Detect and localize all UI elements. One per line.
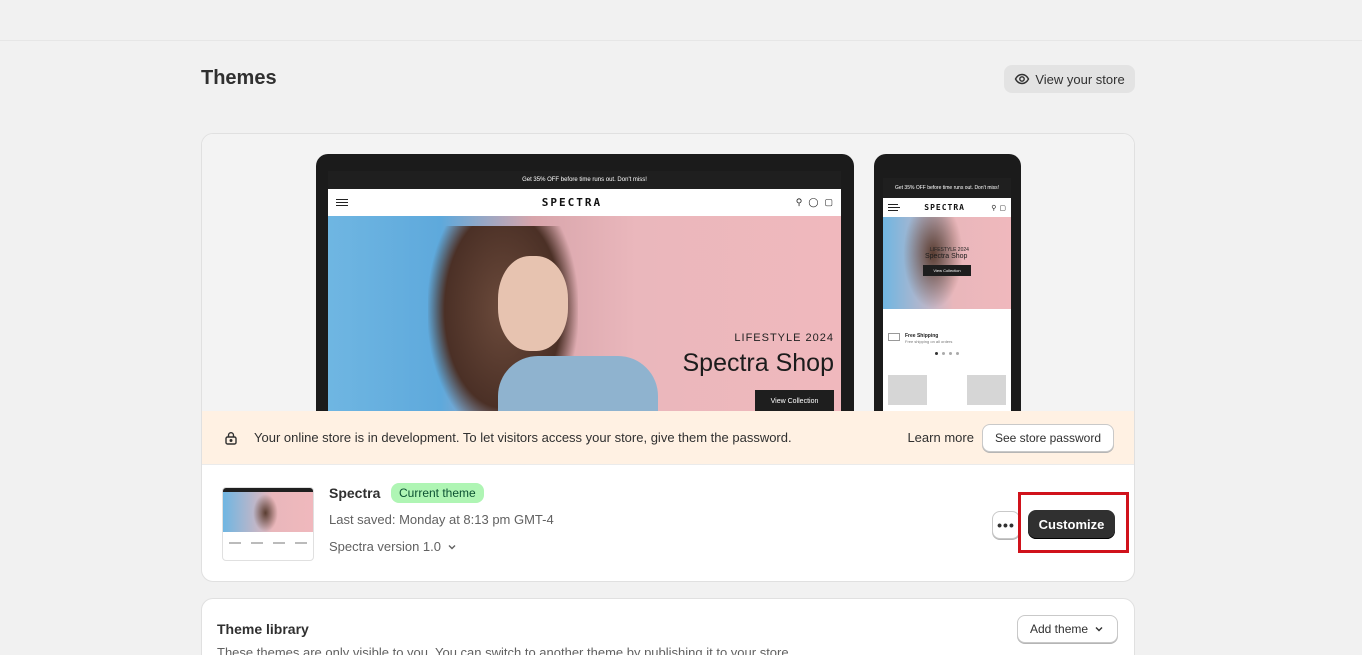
truck-icon [888,333,900,341]
top-divider [0,40,1362,41]
account-icon: ◯ [808,197,819,207]
shipping-feature: Free Shipping Free shipping on all order… [883,309,1011,344]
store-logo: SPECTRA [924,203,965,212]
cart-icon: ▢ [999,204,1006,212]
search-icon: ⚲ [795,197,803,207]
theme-library-title: Theme library [217,621,309,637]
banner-message: Your online store is in development. To … [254,430,792,445]
desktop-preview-frame: Get 35% OFF before time runs out. Don't … [316,154,854,411]
theme-library-card: Theme library These themes are only visi… [201,598,1135,655]
theme-version-dropdown[interactable]: Spectra version 1.0 [329,539,457,554]
search-icon: ⚲ [991,204,997,212]
page-title: Themes [201,67,277,89]
desktop-store-header: SPECTRA ⚲ ◯ ▢ [328,189,841,216]
hero-title: Spectra Shop [925,253,968,260]
add-theme-label: Add theme [1030,622,1089,636]
hero-subtitle: LIFESTYLE 2024 [734,332,834,344]
theme-thumbnail [222,487,314,561]
last-saved-text: Last saved: Monday at 8:13 pm GMT-4 [329,512,554,527]
desktop-preview-screen: Get 35% OFF before time runs out. Don't … [328,171,841,411]
hero-title: Spectra Shop [682,349,835,377]
more-actions-button[interactable]: ••• [992,511,1020,539]
hero-view-collection-button: View Collection [923,265,971,276]
shipping-subtitle: Free shipping on all orders [905,339,953,344]
theme-name: Spectra [329,485,381,501]
lock-icon [225,431,237,445]
desktop-announcement-bar: Get 35% OFF before time runs out. Don't … [328,171,841,189]
view-store-button[interactable]: View your store [1004,65,1135,93]
mobile-hero-image: LIFESTYLE 2024 Spectra Shop View Collect… [883,217,1011,309]
view-store-label: View your store [1035,71,1125,87]
mobile-announcement-bar: Get 35% OFF before time runs out. Don't … [883,178,1011,198]
learn-more-link[interactable]: Learn more [907,430,973,445]
current-theme-row: Spectra Current theme Last saved: Monday… [202,464,1134,581]
customize-button[interactable]: Customize [1028,510,1115,539]
development-banner: Your online store is in development. To … [202,411,1134,464]
hero-view-collection-button: View Collection [755,390,834,411]
store-logo: SPECTRA [541,196,603,209]
theme-preview[interactable]: Get 35% OFF before time runs out. Don't … [202,134,1134,411]
current-theme-badge: Current theme [391,483,484,503]
theme-library-description: These themes are only visible to you. Yo… [217,645,793,655]
see-store-password-button[interactable]: See store password [981,423,1114,452]
cart-icon: ▢ [824,197,833,207]
current-theme-card: Get 35% OFF before time runs out. Don't … [201,133,1135,582]
mobile-store-header: SPECTRA ⚲ ▢ [883,198,1011,217]
menu-icon [336,199,348,206]
theme-version-label: Spectra version 1.0 [329,539,442,554]
desktop-hero-image: LIFESTYLE 2024 Spectra Shop View Collect… [328,216,841,411]
eye-icon [1015,73,1030,85]
product-thumbnails [883,355,1011,405]
add-theme-button[interactable]: Add theme [1017,615,1119,643]
chevron-down-icon [1095,627,1103,632]
chevron-down-icon [448,544,456,549]
menu-icon [888,204,900,211]
mobile-preview-frame: Get 35% OFF before time runs out. Don't … [874,154,1021,411]
mobile-preview-screen: Get 35% OFF before time runs out. Don't … [883,178,1011,411]
